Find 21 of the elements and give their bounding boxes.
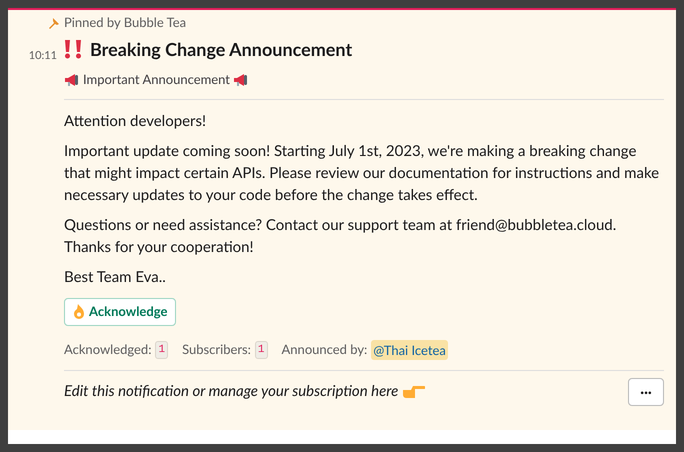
megaphone-icon	[232, 73, 249, 87]
count-badge: 1	[254, 341, 268, 359]
pinned-by-text: Pinned by Bubble Tea	[64, 13, 186, 32]
message-paragraph: Questions or need assistance? Contact our support team at friend@bubbletea.cloud. Thanks for your cooperation!	[64, 215, 618, 258]
stat-label: Subscribers:	[182, 340, 251, 360]
announcement-subtitle: Important Announcement	[83, 70, 230, 90]
more-button[interactable]: ···	[628, 378, 664, 406]
announced-by-label: Announced by:	[282, 340, 368, 360]
user-mention[interactable]: @Thai Icetea	[371, 340, 448, 360]
announcement-title: Breaking Change Announcement	[90, 36, 352, 62]
pin-icon	[48, 17, 60, 29]
message-paragraph: Attention developers!	[64, 111, 207, 132]
double-exclamation-icon	[64, 39, 82, 59]
megaphone-icon	[64, 73, 80, 87]
footer-text: Edit this notification or manage your subscription here	[64, 381, 398, 402]
acknowledge-button[interactable]: Acknowledge	[64, 298, 176, 326]
message-paragraph: Best Team Eva..	[64, 267, 167, 288]
message-paragraph: Important update coming soon! Starting July 1st, 2023, we're making a breaking change that might impact certain APIs. Please review our documentation for instructions and make necessary updates to your code before the change takes effect.	[64, 141, 660, 206]
count-badge: 1	[155, 341, 168, 359]
stat-label: Acknowledged:	[64, 340, 152, 360]
message-timestamp[interactable]: 10:11	[28, 49, 57, 62]
